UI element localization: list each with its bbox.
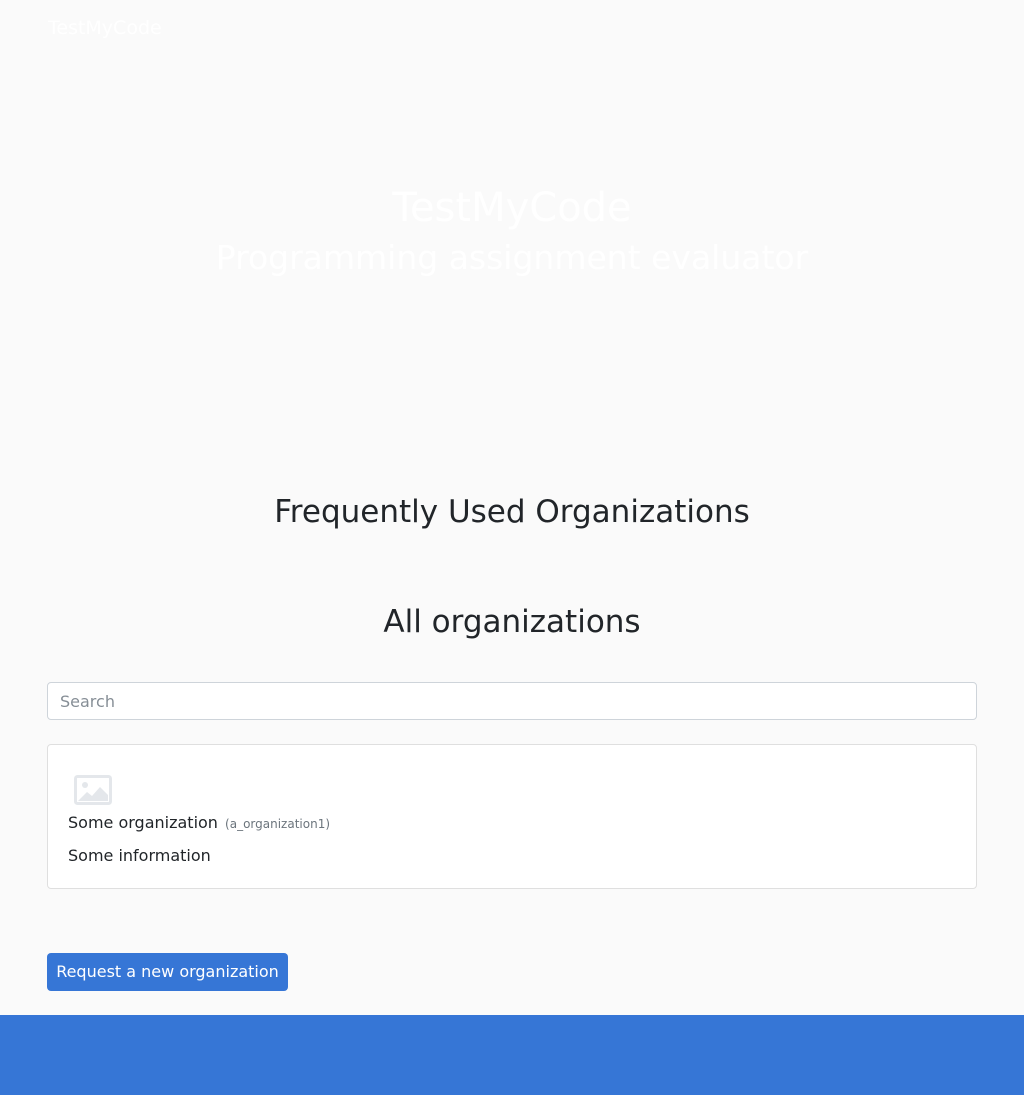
organization-title: Some organization (a_organization1) [68, 813, 330, 834]
footer [0, 1015, 1024, 1095]
organization-information: Some information [68, 846, 211, 865]
brand-link[interactable]: TestMyCode [48, 17, 162, 39]
organization-card[interactable]: Some organization (a_organization1) Some… [47, 744, 977, 889]
hero-banner: TestMyCode Programming assignment evalua… [0, 56, 1024, 436]
hero-title: TestMyCode [392, 185, 632, 231]
organization-slug: (a_organization1) [225, 817, 331, 831]
organization-name: Some organization [68, 813, 218, 832]
image-placeholder-icon [74, 775, 112, 805]
search-input[interactable] [47, 682, 977, 720]
hero-subtitle: Programming assignment evaluator [215, 238, 809, 277]
navbar: TestMyCode [0, 0, 1024, 56]
frequent-organizations-heading: Frequently Used Organizations [274, 494, 750, 530]
all-organizations-heading: All organizations [383, 604, 641, 640]
request-organization-button[interactable]: Request a new organization [47, 953, 288, 991]
